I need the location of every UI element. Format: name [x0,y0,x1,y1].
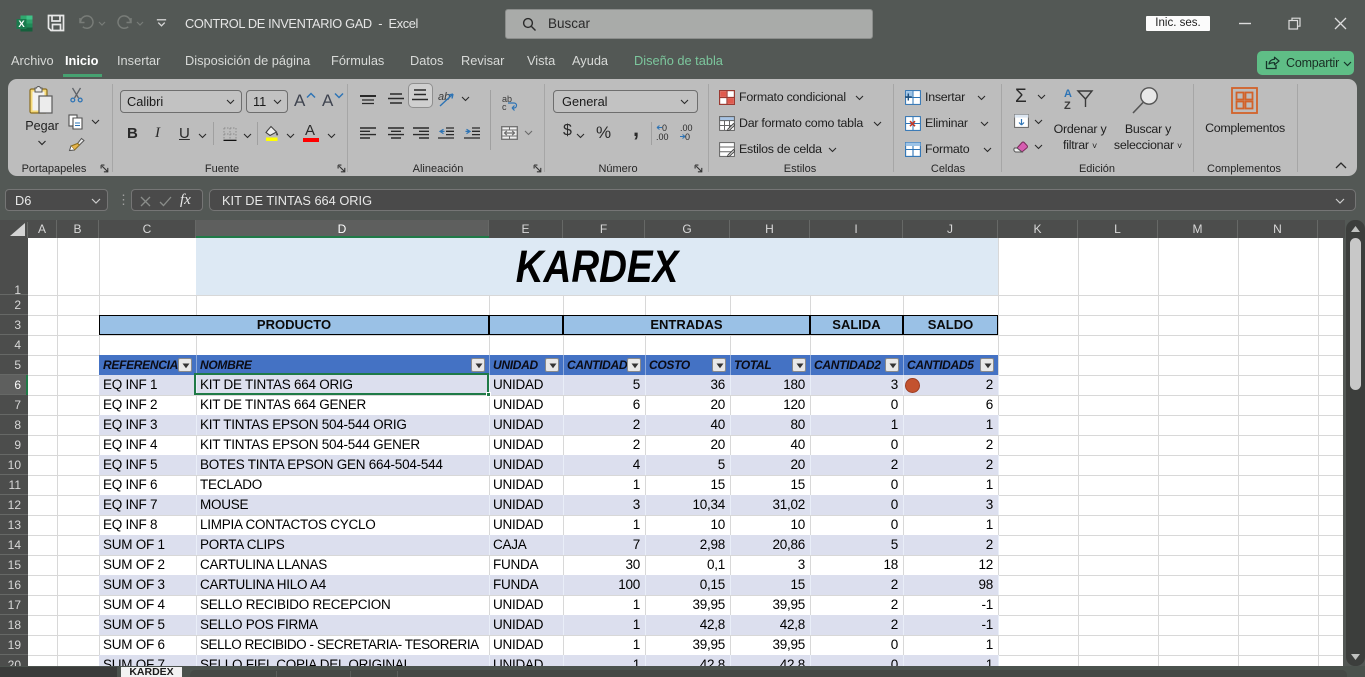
svg-text:0: 0 [685,132,690,141]
svg-text:Z: Z [1064,100,1071,110]
svg-text:.00: .00 [656,132,669,141]
svg-text:ab: ab [438,91,450,103]
svg-text:X: X [18,19,25,30]
svg-text:0: 0 [662,124,667,133]
svg-text:c: c [502,102,507,111]
svg-text:A: A [1064,88,1072,100]
